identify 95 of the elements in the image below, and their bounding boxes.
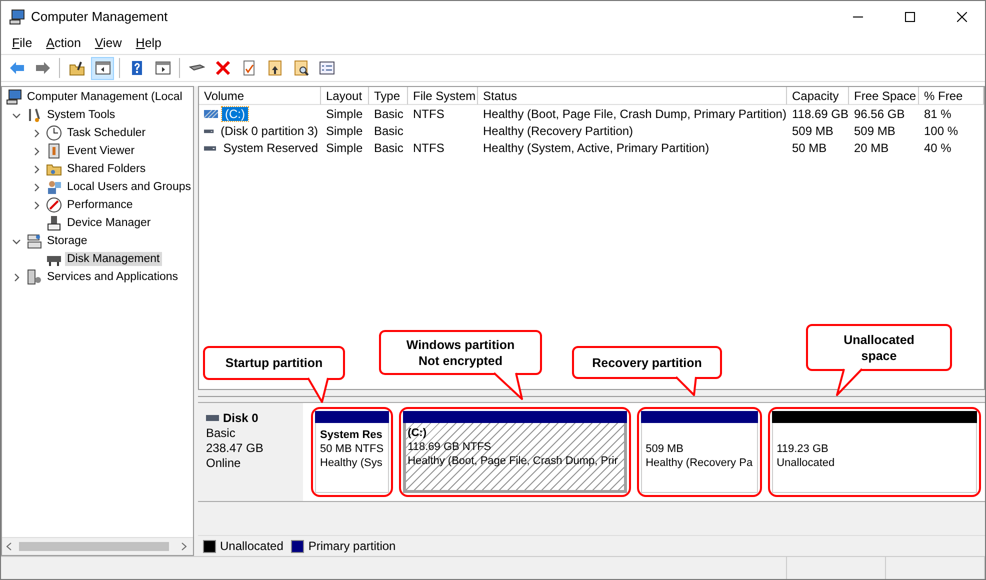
column-header[interactable]: Layout — [321, 87, 369, 105]
disk-name: Disk 0 — [223, 411, 258, 425]
properties-icon — [240, 60, 256, 76]
table-cell[interactable]: System Reserved — [220, 140, 321, 154]
partition-status: Healthy (Boot, Page File, Crash Dump, Prir — [408, 455, 619, 467]
menu-item[interactable]: Action — [39, 34, 88, 52]
column-header[interactable]: % Free — [919, 87, 984, 105]
column-header[interactable]: Type — [369, 87, 408, 105]
table-cell: Simple — [326, 124, 363, 138]
tools-icon — [26, 107, 42, 123]
list-icon — [318, 60, 334, 76]
partition-block[interactable]: 509 MB Healthy (Recovery Pa — [636, 407, 762, 497]
table-cell: 509 MB — [854, 124, 896, 138]
expand-chevron-icon[interactable] — [12, 272, 20, 282]
tree-item[interactable]: Shared Folders — [65, 162, 148, 176]
collapse-chevron-icon[interactable] — [12, 236, 20, 246]
table-cell: 509 MB — [792, 124, 834, 138]
column-header[interactable]: Free Space — [849, 87, 919, 105]
close-icon — [957, 12, 967, 22]
legend-label: Unallocated — [220, 539, 284, 553]
partition-size: 50 MB NTFS — [320, 443, 384, 455]
table-cell: NTFS — [413, 106, 444, 120]
tree-item[interactable]: Task Scheduler — [65, 126, 148, 140]
tree-item[interactable]: System Tools — [45, 108, 118, 122]
console-tree-button[interactable] — [91, 56, 114, 80]
table-cell: Basic — [374, 106, 404, 120]
gauge-icon — [46, 197, 62, 213]
tree-item[interactable]: Computer Management (Local — [25, 90, 184, 104]
table-cell: 100 % — [924, 124, 958, 138]
partition-title: System Res — [320, 429, 384, 441]
table-cell: Healthy (System, Active, Primary Partition) — [483, 140, 710, 154]
partition-status: Unallocated — [776, 457, 836, 469]
table-cell: 81 % — [924, 106, 952, 120]
table-cell: 118.69 GB — [792, 106, 848, 120]
computer-icon — [9, 8, 25, 24]
table-cell[interactable]: (Disk 0 partition 3) — [218, 124, 321, 138]
volume-icon — [204, 144, 216, 152]
up-folder-icon — [68, 60, 84, 76]
partition-size: 118.69 GB NTFS — [408, 441, 492, 453]
computer-icon — [6, 89, 22, 105]
users-icon — [46, 179, 62, 195]
forward-arrow-icon — [34, 60, 50, 76]
menu-item[interactable]: Help — [128, 34, 169, 52]
menu-item[interactable]: View — [88, 34, 129, 52]
maximize-icon — [905, 12, 915, 22]
tree-item[interactable]: Services and Applications — [45, 270, 180, 284]
search-icon — [292, 60, 308, 76]
log-icon — [46, 143, 62, 159]
partition-status: Healthy (Recovery Pa — [646, 457, 753, 469]
table-cell: Basic — [374, 140, 404, 154]
back-arrow-icon — [8, 60, 24, 76]
striped-volume-icon — [204, 110, 218, 118]
table-cell: 96.56 GB — [854, 106, 905, 120]
table-cell: 40 % — [924, 140, 952, 154]
table-cell[interactable]: (C:) — [222, 106, 248, 120]
device-icon — [46, 215, 62, 231]
tree-item[interactable]: Local Users and Groups — [64, 180, 193, 194]
storage-icon — [26, 233, 42, 249]
partition-block[interactable]: System Res 50 MB NTFS Healthy (Sys — [311, 407, 393, 497]
column-header[interactable]: Capacity — [787, 87, 849, 105]
tree-item[interactable]: Disk Management — [65, 252, 162, 266]
partition-size: 119.23 GB — [776, 443, 830, 455]
table-cell: 20 MB — [854, 140, 889, 154]
legend-label: Primary partition — [308, 539, 396, 553]
tree-item[interactable]: Device Manager — [65, 216, 153, 230]
window-title: Computer Management — [31, 9, 169, 24]
menu-item[interactable]: File — [5, 34, 40, 52]
column-header[interactable]: Volume — [199, 87, 321, 105]
volume-icon — [204, 126, 214, 134]
table-cell: Healthy (Boot, Page File, Crash Dump, Primary Partition) — [483, 106, 786, 120]
tree-item[interactable]: Storage — [45, 234, 90, 248]
clock-icon — [46, 125, 62, 141]
disk-type: Basic — [206, 426, 236, 440]
tree-item[interactable]: Event Viewer — [65, 144, 137, 158]
table-cell: Healthy (Recovery Partition) — [483, 124, 634, 138]
table-cell: Simple — [326, 106, 363, 120]
table-cell: Basic — [374, 124, 404, 138]
table-cell: 50 MB — [792, 140, 827, 154]
disk-status: Online — [206, 456, 242, 470]
table-cell: NTFS — [413, 140, 444, 154]
partition-size: 509 MB — [646, 443, 684, 455]
column-header[interactable]: File System — [408, 87, 478, 105]
services-icon — [26, 269, 42, 285]
partition-status: Healthy (Sys — [320, 457, 384, 469]
partition-block[interactable]: (C:) 118.69 GB NTFS Healthy (Boot, Page File, Crash Dump, Prir — [398, 407, 631, 497]
tree-item[interactable]: Performance — [65, 198, 135, 212]
column-header[interactable]: Status — [478, 87, 787, 105]
console-tree-icon — [94, 60, 110, 76]
action-pane-icon — [154, 60, 170, 76]
collapse-chevron-icon[interactable] — [12, 110, 20, 120]
delete-icon — [214, 60, 230, 76]
disk-size: 238.47 GB — [206, 441, 264, 455]
partition-title: (C:) — [408, 427, 428, 439]
table-cell: Simple — [326, 140, 363, 154]
partition-block[interactable]: 119.23 GB Unallocated — [768, 407, 981, 497]
